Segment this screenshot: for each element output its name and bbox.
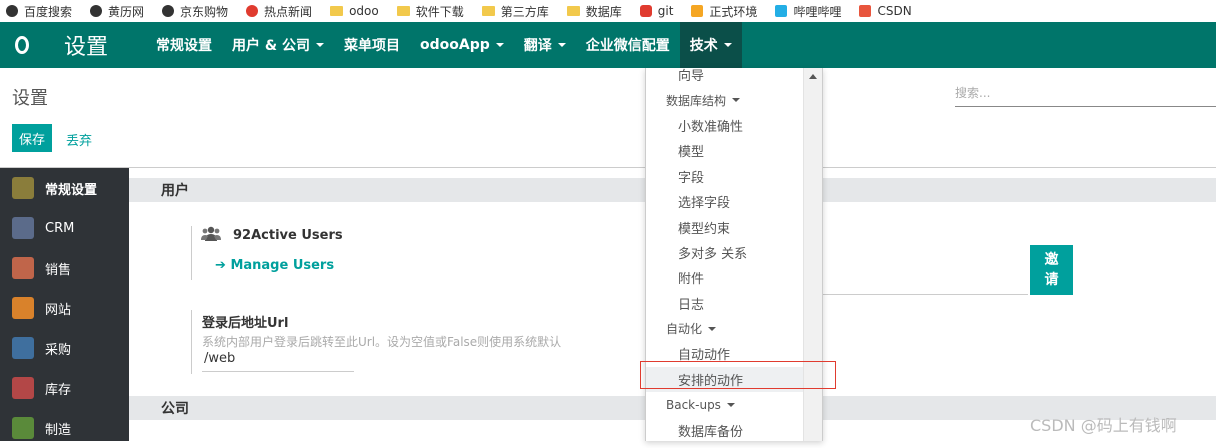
menu-odooapp[interactable]: odooApp [410, 22, 514, 68]
credit-card-icon [12, 337, 34, 359]
menu-translate[interactable]: 翻译 [514, 22, 576, 68]
bookmark-csdn[interactable]: CSDN [859, 4, 912, 18]
sidebar-item-website[interactable]: 网站 [0, 288, 129, 328]
news-icon [246, 5, 259, 17]
menu-header-backups: Back-ups [646, 392, 804, 417]
settings-sidebar: 常规设置 CRM 销售 网站 采购 库存 制造 [0, 168, 129, 441]
sidebar-item-inventory[interactable]: 库存 [0, 368, 129, 408]
scroll-up-icon[interactable] [809, 74, 817, 79]
breadcrumb: 设置 [12, 88, 48, 109]
caret-down-icon [708, 326, 717, 331]
sidebar-item-sales[interactable]: 销售 [0, 248, 129, 288]
login-url-input[interactable]: /web [202, 351, 354, 372]
invite-button[interactable]: 邀请 [1030, 245, 1073, 295]
manage-users-link[interactable]: ➔ Manage Users [215, 258, 334, 273]
globe-icon [90, 5, 103, 17]
save-button[interactable]: 保存 [12, 124, 52, 152]
bookmark-thirdparty[interactable]: 第三方库 [481, 3, 549, 20]
handshake-icon [12, 217, 34, 239]
menu-item-attachments[interactable]: 附件 [646, 265, 804, 290]
sidebar-item-manufacturing[interactable]: 制造 [0, 408, 129, 448]
divider [0, 167, 1216, 168]
sidebar-item-crm[interactable]: CRM [0, 208, 129, 248]
menu-wecom-config[interactable]: 企业微信配置 [576, 22, 680, 68]
caret-down-icon [723, 43, 732, 47]
main-menu: 常规设置 用户 & 公司 菜单项目 odooApp 翻译 企业微信配置 技术 [146, 22, 742, 68]
menu-item-wizards[interactable]: 向导 [646, 68, 804, 87]
bookmark-jd[interactable]: 京东购物 [162, 3, 228, 20]
folder-icon [481, 6, 495, 16]
bilibili-icon [775, 5, 788, 17]
bookmark-git[interactable]: git [639, 4, 673, 18]
menu-technical[interactable]: 技术 [679, 22, 742, 68]
caret-down-icon [726, 402, 735, 407]
caret-down-icon [495, 43, 504, 47]
invite-input[interactable] [823, 294, 1028, 295]
bookmark-database[interactable]: 数据库 [566, 3, 622, 20]
bookmark-bilibili[interactable]: 哔哩哔哩 [775, 3, 841, 20]
users-icon [201, 226, 221, 241]
git-icon [639, 5, 652, 17]
app-menu-icon[interactable] [2, 22, 42, 68]
gear-icon [12, 177, 34, 199]
search-input[interactable]: 搜索... [955, 84, 1216, 107]
caret-down-icon [732, 98, 741, 103]
bookmarks-bar: 百度搜索 黄历网 京东购物 热点新闻 odoo 软件下载 第三方库 数据库 gi… [0, 0, 1216, 22]
caret-down-icon [557, 43, 566, 47]
menu-menu-items[interactable]: 菜单项目 [334, 22, 410, 68]
menu-item-database-backups[interactable]: 数据库备份 [646, 417, 804, 441]
bookmark-software[interactable]: 软件下载 [396, 3, 464, 20]
menu-item-decimal-accuracy[interactable]: 小数准确性 [646, 113, 804, 138]
top-navbar: 设置 常规设置 用户 & 公司 菜单项目 odooApp 翻译 企业微信配置 技… [0, 22, 1216, 68]
chart-icon [12, 257, 34, 279]
globe-icon [162, 5, 175, 17]
login-url-description: 系统内部用户登录后跳转至此Url。设为空值或False则使用系统默认 [202, 335, 562, 349]
menu-header-database-structure: 数据库结构 [646, 87, 804, 112]
discard-button[interactable]: 丢弃 [66, 130, 92, 149]
csdn-icon [859, 5, 872, 17]
highlight-annotation-box [640, 361, 836, 389]
login-url-label: 登录后地址Url [202, 316, 289, 331]
setting-left-border [191, 226, 192, 280]
sidebar-item-purchase[interactable]: 采购 [0, 328, 129, 368]
menu-item-models[interactable]: 模型 [646, 138, 804, 163]
globe-icon [12, 297, 34, 319]
folder-icon [396, 6, 410, 16]
bookmark-odoo[interactable]: odoo [330, 4, 379, 18]
menu-general-settings[interactable]: 常规设置 [146, 22, 222, 68]
setting-left-border [191, 310, 192, 374]
wrench-icon [12, 417, 34, 439]
folder-icon [566, 6, 580, 16]
caret-down-icon [315, 43, 324, 47]
bookmark-news[interactable]: 热点新闻 [246, 3, 312, 20]
active-users-count: 92Active Users [233, 228, 343, 243]
sidebar-item-general[interactable]: 常规设置 [0, 168, 129, 208]
menu-header-automation: 自动化 [646, 316, 804, 341]
app-title: 设置 [64, 35, 109, 60]
globe-icon [6, 5, 18, 17]
bolt-icon [691, 5, 704, 17]
bookmark-huangli[interactable]: 黄历网 [90, 3, 144, 20]
arrow-right-icon: ➔ [215, 258, 226, 273]
folder-icon [330, 6, 344, 16]
menu-users-companies[interactable]: 用户 & 公司 [222, 22, 334, 68]
menu-item-model-constraints[interactable]: 模型约束 [646, 214, 804, 239]
menu-item-many2many-relations[interactable]: 多对多 关系 [646, 240, 804, 265]
watermark: CSDN @码上有钱啊 [1030, 416, 1177, 435]
menu-item-logging[interactable]: 日志 [646, 291, 804, 316]
menu-item-fields[interactable]: 字段 [646, 164, 804, 189]
bookmark-baidu[interactable]: 百度搜索 [6, 3, 72, 20]
box-icon [12, 377, 34, 399]
bookmark-prod[interactable]: 正式环境 [691, 3, 757, 20]
menu-item-selection-fields[interactable]: 选择字段 [646, 189, 804, 214]
